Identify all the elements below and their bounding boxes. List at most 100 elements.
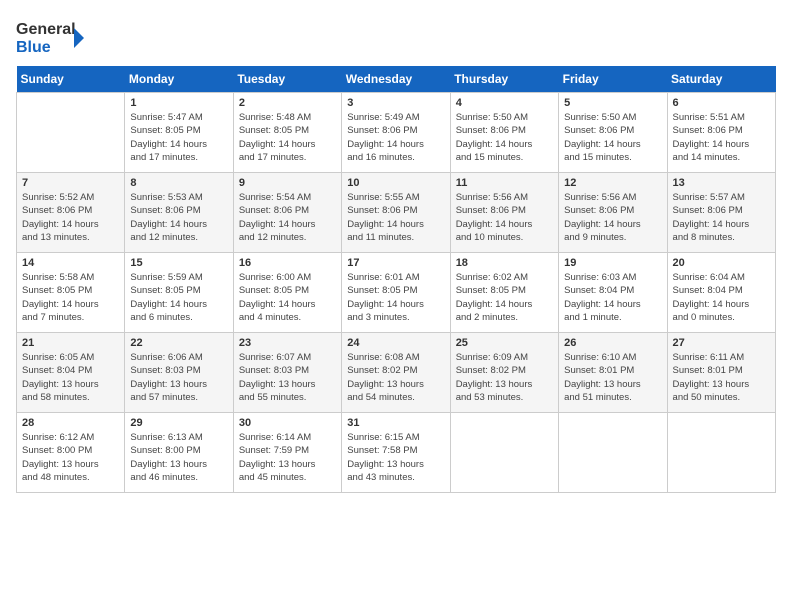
col-header-saturday: Saturday <box>667 66 775 93</box>
week-row-2: 7 Sunrise: 5:52 AM Sunset: 8:06 PM Daylig… <box>17 173 776 253</box>
day-cell: 13 Sunrise: 5:57 AM Sunset: 8:06 PM Dayli… <box>667 173 775 253</box>
day-cell: 7 Sunrise: 5:52 AM Sunset: 8:06 PM Daylig… <box>17 173 125 253</box>
day-info: Sunrise: 5:57 AM Sunset: 8:06 PM Dayligh… <box>673 191 770 244</box>
day-number: 4 <box>456 97 553 109</box>
logo: GeneralBlue <box>16 16 86 56</box>
day-cell: 22 Sunrise: 6:06 AM Sunset: 8:03 PM Dayli… <box>125 333 233 413</box>
day-cell: 24Sunrise: 6:08 AM Sunset: 8:02 PM Dayli… <box>342 333 450 413</box>
day-cell <box>17 93 125 173</box>
page-header: GeneralBlue <box>16 16 776 56</box>
day-number: 27 <box>673 337 770 349</box>
day-cell: 19Sunrise: 6:03 AM Sunset: 8:04 PM Dayli… <box>559 253 667 333</box>
day-info: Sunrise: 6:12 AM Sunset: 8:00 PM Dayligh… <box>22 431 119 484</box>
day-cell: 27 Sunrise: 6:11 AM Sunset: 8:01 PM Dayli… <box>667 333 775 413</box>
week-row-4: 21Sunrise: 6:05 AM Sunset: 8:04 PM Dayli… <box>17 333 776 413</box>
day-number: 12 <box>564 177 661 189</box>
col-header-monday: Monday <box>125 66 233 93</box>
day-cell: 15 Sunrise: 5:59 AM Sunset: 8:05 PM Dayli… <box>125 253 233 333</box>
day-cell: 14 Sunrise: 5:58 AM Sunset: 8:05 PM Dayli… <box>17 253 125 333</box>
day-info: Sunrise: 5:47 AM Sunset: 8:05 PM Dayligh… <box>130 111 227 164</box>
day-cell: 28 Sunrise: 6:12 AM Sunset: 8:00 PM Dayli… <box>17 413 125 493</box>
day-cell <box>450 413 558 493</box>
day-number: 15 <box>130 257 227 269</box>
day-cell: 1 Sunrise: 5:47 AM Sunset: 8:05 PM Daylig… <box>125 93 233 173</box>
day-info: Sunrise: 5:56 AM Sunset: 8:06 PM Dayligh… <box>456 191 553 244</box>
day-info: Sunrise: 5:50 AM Sunset: 8:06 PM Dayligh… <box>456 111 553 164</box>
day-cell: 26 Sunrise: 6:10 AM Sunset: 8:01 PM Dayli… <box>559 333 667 413</box>
day-info: Sunrise: 6:04 AM Sunset: 8:04 PM Dayligh… <box>673 271 770 324</box>
day-cell: 4 Sunrise: 5:50 AM Sunset: 8:06 PM Daylig… <box>450 93 558 173</box>
day-number: 22 <box>130 337 227 349</box>
day-number: 30 <box>239 417 336 429</box>
logo-svg: GeneralBlue <box>16 16 86 56</box>
day-info: Sunrise: 6:01 AM Sunset: 8:05 PM Dayligh… <box>347 271 444 324</box>
day-info: Sunrise: 6:15 AM Sunset: 7:58 PM Dayligh… <box>347 431 444 484</box>
day-info: Sunrise: 6:13 AM Sunset: 8:00 PM Dayligh… <box>130 431 227 484</box>
day-info: Sunrise: 5:59 AM Sunset: 8:05 PM Dayligh… <box>130 271 227 324</box>
day-info: Sunrise: 5:54 AM Sunset: 8:06 PM Dayligh… <box>239 191 336 244</box>
day-number: 5 <box>564 97 661 109</box>
col-header-thursday: Thursday <box>450 66 558 93</box>
day-info: Sunrise: 6:07 AM Sunset: 8:03 PM Dayligh… <box>239 351 336 404</box>
day-number: 29 <box>130 417 227 429</box>
day-cell <box>667 413 775 493</box>
day-number: 17 <box>347 257 444 269</box>
day-info: Sunrise: 6:11 AM Sunset: 8:01 PM Dayligh… <box>673 351 770 404</box>
day-number: 26 <box>564 337 661 349</box>
day-info: Sunrise: 6:02 AM Sunset: 8:05 PM Dayligh… <box>456 271 553 324</box>
day-number: 11 <box>456 177 553 189</box>
col-header-sunday: Sunday <box>17 66 125 93</box>
day-info: Sunrise: 6:14 AM Sunset: 7:59 PM Dayligh… <box>239 431 336 484</box>
day-number: 7 <box>22 177 119 189</box>
day-cell: 12 Sunrise: 5:56 AM Sunset: 8:06 PM Dayli… <box>559 173 667 253</box>
week-row-5: 28 Sunrise: 6:12 AM Sunset: 8:00 PM Dayli… <box>17 413 776 493</box>
day-info: Sunrise: 5:56 AM Sunset: 8:06 PM Dayligh… <box>564 191 661 244</box>
day-info: Sunrise: 6:08 AM Sunset: 8:02 PM Dayligh… <box>347 351 444 404</box>
day-info: Sunrise: 6:06 AM Sunset: 8:03 PM Dayligh… <box>130 351 227 404</box>
day-cell: 30 Sunrise: 6:14 AM Sunset: 7:59 PM Dayli… <box>233 413 341 493</box>
svg-text:Blue: Blue <box>16 39 51 56</box>
day-cell: 5 Sunrise: 5:50 AM Sunset: 8:06 PM Daylig… <box>559 93 667 173</box>
day-number: 31 <box>347 417 444 429</box>
day-cell: 9 Sunrise: 5:54 AM Sunset: 8:06 PM Daylig… <box>233 173 341 253</box>
day-cell: 23 Sunrise: 6:07 AM Sunset: 8:03 PM Dayli… <box>233 333 341 413</box>
day-cell: 17 Sunrise: 6:01 AM Sunset: 8:05 PM Dayli… <box>342 253 450 333</box>
day-number: 28 <box>22 417 119 429</box>
day-cell: 6 Sunrise: 5:51 AM Sunset: 8:06 PM Daylig… <box>667 93 775 173</box>
day-cell: 11 Sunrise: 5:56 AM Sunset: 8:06 PM Dayli… <box>450 173 558 253</box>
day-number: 14 <box>22 257 119 269</box>
day-info: Sunrise: 5:50 AM Sunset: 8:06 PM Dayligh… <box>564 111 661 164</box>
day-number: 19 <box>564 257 661 269</box>
day-cell: 31 Sunrise: 6:15 AM Sunset: 7:58 PM Dayli… <box>342 413 450 493</box>
day-number: 18 <box>456 257 553 269</box>
day-number: 1 <box>130 97 227 109</box>
day-number: 3 <box>347 97 444 109</box>
day-info: Sunrise: 5:48 AM Sunset: 8:05 PM Dayligh… <box>239 111 336 164</box>
day-cell: 25Sunrise: 6:09 AM Sunset: 8:02 PM Dayli… <box>450 333 558 413</box>
header-row: SundayMondayTuesdayWednesdayThursdayFrid… <box>17 66 776 93</box>
day-info: Sunrise: 5:49 AM Sunset: 8:06 PM Dayligh… <box>347 111 444 164</box>
day-number: 8 <box>130 177 227 189</box>
day-cell: 29 Sunrise: 6:13 AM Sunset: 8:00 PM Dayli… <box>125 413 233 493</box>
day-number: 6 <box>673 97 770 109</box>
day-info: Sunrise: 5:58 AM Sunset: 8:05 PM Dayligh… <box>22 271 119 324</box>
calendar-table: SundayMondayTuesdayWednesdayThursdayFrid… <box>16 66 776 493</box>
day-number: 23 <box>239 337 336 349</box>
day-info: Sunrise: 5:51 AM Sunset: 8:06 PM Dayligh… <box>673 111 770 164</box>
day-number: 9 <box>239 177 336 189</box>
day-info: Sunrise: 6:10 AM Sunset: 8:01 PM Dayligh… <box>564 351 661 404</box>
day-cell: 2Sunrise: 5:48 AM Sunset: 8:05 PM Daylig… <box>233 93 341 173</box>
day-info: Sunrise: 6:09 AM Sunset: 8:02 PM Dayligh… <box>456 351 553 404</box>
week-row-3: 14 Sunrise: 5:58 AM Sunset: 8:05 PM Dayli… <box>17 253 776 333</box>
col-header-tuesday: Tuesday <box>233 66 341 93</box>
day-cell: 8Sunrise: 5:53 AM Sunset: 8:06 PM Daylig… <box>125 173 233 253</box>
col-header-friday: Friday <box>559 66 667 93</box>
day-cell: 18 Sunrise: 6:02 AM Sunset: 8:05 PM Dayli… <box>450 253 558 333</box>
day-info: Sunrise: 5:55 AM Sunset: 8:06 PM Dayligh… <box>347 191 444 244</box>
day-number: 13 <box>673 177 770 189</box>
col-header-wednesday: Wednesday <box>342 66 450 93</box>
day-number: 16 <box>239 257 336 269</box>
day-cell <box>559 413 667 493</box>
day-number: 21 <box>22 337 119 349</box>
day-info: Sunrise: 5:52 AM Sunset: 8:06 PM Dayligh… <box>22 191 119 244</box>
